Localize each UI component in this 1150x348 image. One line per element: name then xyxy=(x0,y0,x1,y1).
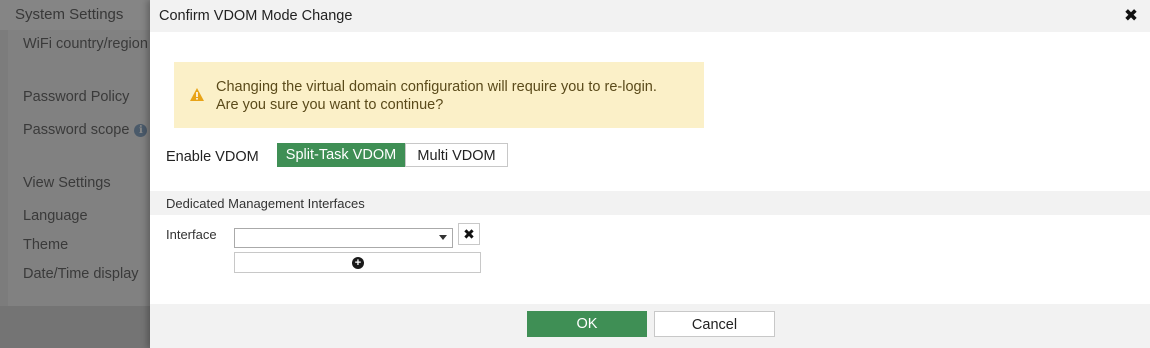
remove-interface-button[interactable]: ✖ xyxy=(458,223,480,245)
split-task-vdom-option[interactable]: Split-Task VDOM xyxy=(277,143,405,167)
interface-label: Interface xyxy=(166,227,217,242)
multi-vdom-option[interactable]: Multi VDOM xyxy=(405,143,508,167)
section-title: Dedicated Management Interfaces xyxy=(166,196,365,211)
interface-select[interactable] xyxy=(234,228,453,248)
add-icon: + xyxy=(352,257,364,269)
background-footer xyxy=(0,306,150,348)
warning-banner: Changing the virtual domain configuratio… xyxy=(174,62,704,128)
warning-text: Changing the virtual domain configuratio… xyxy=(216,78,657,114)
dialog-footer: OK Cancel xyxy=(150,304,1150,348)
ok-button[interactable]: OK xyxy=(527,311,647,337)
background-item-password-policy: Password Policy xyxy=(23,89,130,105)
background-item-theme: Theme xyxy=(23,237,69,253)
background-header: System Settings xyxy=(0,0,150,30)
background-item-datetime: Date/Time display xyxy=(23,266,139,282)
enable-vdom-label: Enable VDOM xyxy=(166,149,259,165)
info-icon: i xyxy=(134,124,148,137)
cancel-button[interactable]: Cancel xyxy=(654,311,775,337)
background-item-wifi: WiFi country/region xyxy=(23,36,148,52)
confirm-vdom-dialog: Confirm VDOM Mode Change ✖ Changing the … xyxy=(150,0,1150,348)
dialog-title: Confirm VDOM Mode Change xyxy=(159,8,353,24)
warning-line-2: Are you sure you want to continue? xyxy=(216,97,444,113)
chevron-down-icon xyxy=(439,235,447,240)
warning-line-1: Changing the virtual domain configuratio… xyxy=(216,79,657,95)
background-item-language: Language xyxy=(23,208,88,224)
background-header-title: System Settings xyxy=(15,6,124,23)
background-item-view-settings: View Settings xyxy=(23,175,111,191)
background-item-password-scope: Password scope i xyxy=(23,122,148,138)
background-item-password-scope-label: Password scope xyxy=(23,122,130,138)
dialog-title-bar: Confirm VDOM Mode Change ✖ xyxy=(150,0,1150,32)
remove-icon: ✖ xyxy=(463,226,475,242)
add-interface-button[interactable]: + xyxy=(234,252,481,273)
warning-icon xyxy=(190,88,204,101)
close-icon[interactable]: ✖ xyxy=(1122,6,1140,26)
section-header: Dedicated Management Interfaces xyxy=(150,191,1150,215)
